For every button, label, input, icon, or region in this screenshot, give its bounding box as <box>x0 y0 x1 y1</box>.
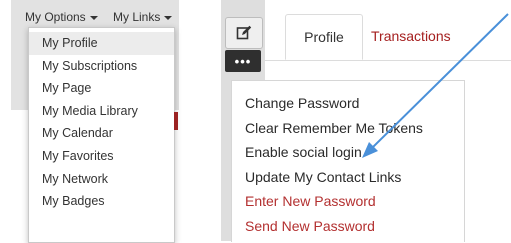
tab-transactions[interactable]: Transactions <box>371 14 451 60</box>
edit-icon <box>236 25 252 40</box>
menu-item-change-password[interactable]: Change Password <box>232 91 464 116</box>
tab-underline <box>265 60 511 61</box>
menu-item-my-page[interactable]: My Page <box>29 77 174 100</box>
tab-profile[interactable]: Profile <box>285 14 363 60</box>
my-options-menu[interactable]: My Options <box>25 10 98 24</box>
more-button[interactable]: ••• <box>225 50 261 72</box>
caret-down-icon <box>164 15 173 20</box>
menu-item-my-media-library[interactable]: My Media Library <box>29 100 174 123</box>
actions-list: Change Password Clear Remember Me Tokens… <box>232 81 464 238</box>
profile-tabs: Profile Transactions <box>265 0 511 75</box>
menu-item-send-new-password[interactable]: Send New Password <box>232 214 464 239</box>
menu-item-my-calendar[interactable]: My Calendar <box>29 122 174 145</box>
menu-item-my-profile[interactable]: My Profile <box>29 32 174 55</box>
menu-item-my-badges[interactable]: My Badges <box>29 190 174 213</box>
my-options-list: My Profile My Subscriptions My Page My M… <box>29 32 174 213</box>
caret-down-icon <box>89 15 98 20</box>
actions-dropdown: Change Password Clear Remember Me Tokens… <box>231 80 465 242</box>
my-links-label: My Links <box>113 10 161 24</box>
my-options-label: My Options <box>25 10 86 24</box>
menu-item-enter-new-password[interactable]: Enter New Password <box>232 189 464 214</box>
edit-button[interactable] <box>225 17 263 49</box>
background-accent-mark <box>174 112 178 130</box>
menu-item-my-favorites[interactable]: My Favorites <box>29 145 174 168</box>
my-options-dropdown: My Profile My Subscriptions My Page My M… <box>28 27 175 243</box>
menu-item-update-contact-links[interactable]: Update My Contact Links <box>232 165 464 190</box>
menu-item-clear-remember-me-tokens[interactable]: Clear Remember Me Tokens <box>232 116 464 141</box>
my-links-menu[interactable]: My Links <box>113 10 173 24</box>
menu-item-enable-social-login[interactable]: Enable social login <box>232 140 464 165</box>
menu-item-my-subscriptions[interactable]: My Subscriptions <box>29 55 174 78</box>
menu-item-my-network[interactable]: My Network <box>29 168 174 191</box>
